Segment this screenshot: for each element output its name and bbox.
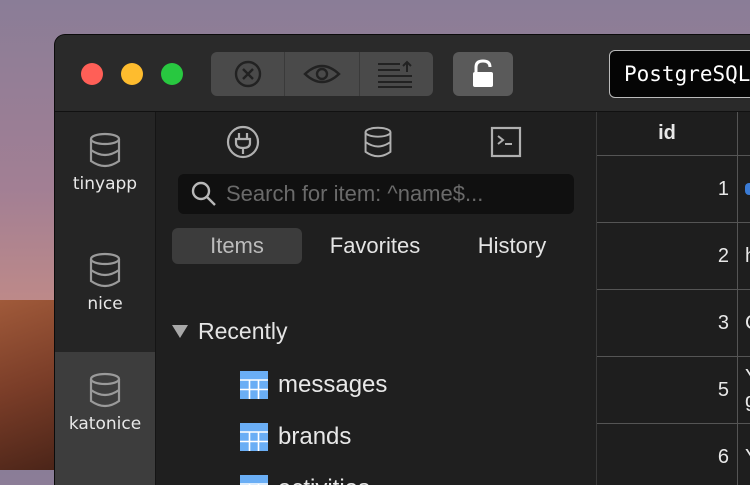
- toolbar-segmented-control: [211, 52, 433, 96]
- table-row[interactable]: 2 h: [597, 223, 750, 290]
- cell-id[interactable]: 2: [597, 223, 738, 289]
- database-tool-button[interactable]: [358, 124, 398, 160]
- database-icon: [89, 252, 121, 288]
- recently-section-header[interactable]: Recently: [172, 318, 287, 345]
- cell-next[interactable]: C: [745, 311, 750, 335]
- plug-icon: [226, 125, 260, 159]
- connection-label: nice: [87, 294, 123, 314]
- connection-item-katonice[interactable]: katonice: [55, 352, 155, 485]
- status-dot: [745, 183, 750, 195]
- column-header-next[interactable]: [738, 112, 750, 156]
- table-icon: [240, 423, 268, 451]
- section-label: Recently: [198, 318, 288, 344]
- search-input[interactable]: [226, 174, 566, 214]
- eye-icon: [303, 64, 341, 84]
- table-row[interactable]: 6 Y: [597, 424, 750, 485]
- table-icon: [240, 475, 268, 485]
- column-header-id[interactable]: id: [597, 112, 738, 156]
- terminal-tool-button[interactable]: [486, 124, 526, 160]
- cell-id[interactable]: 5: [597, 357, 738, 423]
- search-icon: [191, 181, 216, 206]
- list-item[interactable]: brands: [240, 420, 351, 454]
- tab-favorites[interactable]: Favorites: [314, 228, 436, 264]
- connection-item-tinyapp[interactable]: tinyapp: [55, 112, 155, 230]
- list-upload-icon: [378, 60, 413, 88]
- preview-button[interactable]: [285, 52, 360, 96]
- stop-button[interactable]: [211, 52, 286, 96]
- table-row[interactable]: 1: [597, 156, 750, 223]
- lock-icon: [473, 59, 493, 87]
- tab-items[interactable]: Items: [172, 228, 302, 264]
- close-circle-icon: [234, 60, 261, 88]
- safe-mode-button[interactable]: [453, 52, 513, 96]
- database-icon: [364, 126, 392, 158]
- table-row[interactable]: 3 C: [597, 290, 750, 357]
- tab-history[interactable]: History: [456, 228, 568, 264]
- cell-id[interactable]: 6: [597, 424, 738, 485]
- titlebar: PostgreSQL: [55, 35, 750, 112]
- database-icon: [89, 132, 121, 168]
- search-field[interactable]: [178, 174, 574, 214]
- connection-title[interactable]: PostgreSQL: [609, 50, 750, 98]
- disclosure-triangle-icon: [172, 325, 188, 338]
- connect-tool-button[interactable]: [223, 124, 263, 160]
- data-grid: id 1 2 h 3 C 5 Y g 6 Y: [596, 112, 750, 485]
- connection-label: tinyapp: [72, 174, 138, 194]
- close-window-button[interactable]: [81, 63, 103, 85]
- table-name: brands: [278, 423, 352, 450]
- connection-sidebar: tinyapp nice katonice: [55, 112, 156, 485]
- table-name: activities: [278, 475, 370, 485]
- terminal-icon: [490, 126, 522, 158]
- list-item[interactable]: messages: [240, 368, 387, 402]
- app-window: PostgreSQL tinyapp nice katonice Search …: [55, 35, 750, 485]
- cell-next[interactable]: Y: [745, 445, 750, 469]
- database-icon: [89, 372, 121, 408]
- cell-next[interactable]: Y g: [745, 365, 750, 413]
- table-icon: [240, 371, 268, 399]
- items-panel: Items Favorites History Recently message…: [156, 112, 596, 485]
- connection-label: katonice: [68, 414, 142, 434]
- cell-next[interactable]: h: [745, 244, 750, 268]
- table-name: messages: [278, 371, 388, 398]
- table-row[interactable]: 5 Y g: [597, 357, 750, 424]
- cell-id[interactable]: 3: [597, 290, 738, 356]
- list-item[interactable]: activities: [240, 472, 370, 485]
- cell-id[interactable]: 1: [597, 156, 738, 222]
- minimize-window-button[interactable]: [121, 63, 143, 85]
- commit-button[interactable]: [360, 52, 433, 96]
- connection-item-nice[interactable]: nice: [55, 232, 155, 350]
- zoom-window-button[interactable]: [161, 63, 183, 85]
- desktop-wallpaper: [0, 300, 60, 470]
